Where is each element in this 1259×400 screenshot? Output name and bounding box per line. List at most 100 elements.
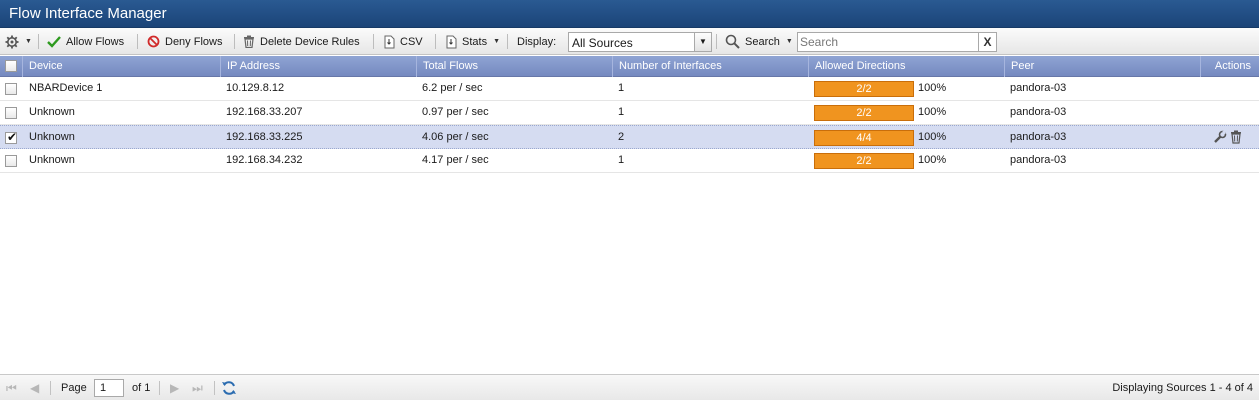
wrench-icon[interactable] — [1213, 130, 1227, 147]
chevron-down-icon: ▼ — [493, 38, 501, 45]
delete-device-rules-label: Delete Device Rules — [260, 35, 360, 48]
display-select[interactable]: All Sources ▼ — [568, 32, 712, 52]
allowed-directions-percent: 100% — [918, 106, 947, 118]
search-menu-button[interactable]: Search ▼ — [725, 28, 793, 55]
search-input[interactable] — [800, 34, 978, 50]
paging-toolbar: ⏮ ◀ Page 1 of 1 ▶ ⏭ Displaying Sources 1… — [0, 374, 1259, 400]
trash-icon — [243, 35, 255, 48]
total-flows-cell: 6.2 per / sec — [422, 82, 483, 94]
toolbar-divider — [716, 34, 717, 49]
toolbar-divider — [435, 34, 436, 49]
gear-icon — [5, 35, 19, 49]
toolbar-divider — [373, 34, 374, 49]
page-count-label: of 1 — [132, 382, 151, 394]
ip-address-cell: 10.129.8.12 — [226, 82, 285, 94]
allowed-directions-bar: 4/4 — [814, 130, 914, 146]
row-actions — [1213, 130, 1242, 147]
table-row[interactable]: Unknown 192.168.33.207 0.97 per / sec 1 pand… — [0, 101, 1259, 125]
interfaces-cell: 1 — [618, 106, 625, 118]
select-all-checkbox[interactable] — [5, 60, 17, 72]
column-header-number-of-interfaces[interactable]: Number of Interfaces — [612, 56, 808, 77]
chevron-down-icon[interactable]: ▼ — [694, 33, 711, 51]
deny-flows-label: Deny Flows — [165, 35, 223, 48]
allowed-directions-percent: 100% — [918, 154, 947, 166]
table-row[interactable]: Unknown 192.168.34.232 4.17 per / sec 1 pand… — [0, 149, 1259, 173]
toolbar-divider — [38, 34, 39, 49]
peer-cell: pandora-03 — [1010, 154, 1067, 166]
page-number-input[interactable]: 1 — [94, 379, 124, 397]
ip-address-cell: 192.168.33.225 — [226, 131, 303, 143]
settings-menu-button[interactable]: ▼ — [5, 28, 32, 55]
table-row[interactable]: NBARDevice 1 10.129.8.12 6.2 per / sec 1 pan… — [0, 77, 1259, 101]
allowed-directions-bar: 2/2 — [814, 81, 914, 97]
row-checkbox[interactable] — [5, 155, 17, 167]
delete-device-rules-button[interactable]: Delete Device Rules — [243, 28, 360, 55]
device-cell: Unknown — [29, 154, 75, 166]
footer-divider — [50, 381, 51, 395]
search-label: Search — [745, 35, 780, 48]
last-page-icon[interactable]: ⏭ — [192, 381, 203, 396]
chevron-down-icon: ▼ — [785, 38, 793, 45]
displaying-status: Displaying Sources 1 - 4 of 4 — [1112, 382, 1253, 394]
interfaces-cell: 1 — [618, 154, 625, 166]
stats-menu-button[interactable]: Stats ▼ — [446, 28, 500, 55]
allowed-directions-bar: 2/2 — [814, 105, 914, 121]
csv-label: CSV — [400, 35, 423, 48]
allowed-directions-percent: 100% — [918, 131, 947, 143]
allowed-directions-percent: 100% — [918, 82, 947, 94]
peer-cell: pandora-03 — [1010, 131, 1067, 143]
deny-flows-button[interactable]: Deny Flows — [147, 28, 222, 55]
table-row[interactable]: ✔ Unknown 192.168.33.225 4.06 per / sec 2 pan… — [0, 125, 1259, 149]
total-flows-cell: 4.06 per / sec — [422, 131, 489, 143]
allow-flows-label: Allow Flows — [66, 35, 125, 48]
interfaces-cell: 2 — [618, 131, 625, 143]
search-box: X — [797, 32, 997, 52]
footer-divider — [214, 381, 215, 395]
search-icon — [725, 34, 740, 49]
trash-icon[interactable] — [1230, 130, 1242, 147]
deny-icon — [147, 35, 160, 48]
row-checkbox[interactable]: ✔ — [5, 130, 18, 144]
allow-flows-button[interactable]: Allow Flows — [47, 28, 124, 55]
device-cell: Unknown — [29, 131, 75, 143]
page-label: Page — [61, 382, 87, 394]
device-cell: Unknown — [29, 106, 75, 118]
column-header-actions: Actions — [1200, 56, 1259, 77]
row-checkbox[interactable] — [5, 83, 17, 95]
checkmark-icon: ✔ — [7, 130, 18, 144]
column-header-device[interactable]: Device — [22, 56, 220, 77]
chevron-down-icon: ▼ — [25, 38, 32, 45]
refresh-icon[interactable] — [221, 380, 237, 399]
ip-address-cell: 192.168.34.232 — [226, 154, 303, 166]
next-page-icon[interactable]: ▶ — [170, 381, 179, 395]
window-title: Flow Interface Manager — [9, 5, 167, 22]
ip-address-cell: 192.168.33.207 — [226, 106, 303, 118]
column-header-peer[interactable]: Peer — [1004, 56, 1200, 77]
toolbar-divider — [234, 34, 235, 49]
display-label: Display: — [517, 35, 557, 48]
column-header-allowed-directions[interactable]: Allowed Directions — [808, 56, 1004, 77]
total-flows-cell: 0.97 per / sec — [422, 106, 489, 118]
first-page-icon[interactable]: ⏮ — [6, 381, 17, 396]
column-header-ip-address[interactable]: IP Address — [220, 56, 416, 77]
display-select-value: All Sources — [572, 36, 633, 50]
document-icon — [446, 35, 457, 49]
previous-page-icon[interactable]: ◀ — [30, 381, 39, 395]
select-all-header — [0, 56, 22, 77]
allowed-directions-bar: 2/2 — [814, 153, 914, 169]
clear-search-button[interactable]: X — [978, 33, 996, 51]
stats-label: Stats — [462, 35, 488, 48]
toolbar-divider — [507, 34, 508, 49]
column-header-total-flows[interactable]: Total Flows — [416, 56, 612, 77]
document-icon — [384, 35, 395, 49]
title-bar: Flow Interface Manager — [0, 0, 1259, 28]
peer-cell: pandora-03 — [1010, 106, 1067, 118]
peer-cell: pandora-03 — [1010, 82, 1067, 94]
checkmark-icon — [47, 35, 61, 48]
device-cell: NBARDevice 1 — [29, 82, 103, 94]
csv-export-button[interactable]: CSV — [384, 28, 423, 55]
grid-header: Device IP Address Total Flows Number of … — [0, 56, 1259, 77]
footer-divider — [159, 381, 160, 395]
row-checkbox[interactable] — [5, 107, 17, 119]
toolbar-divider — [137, 34, 138, 49]
